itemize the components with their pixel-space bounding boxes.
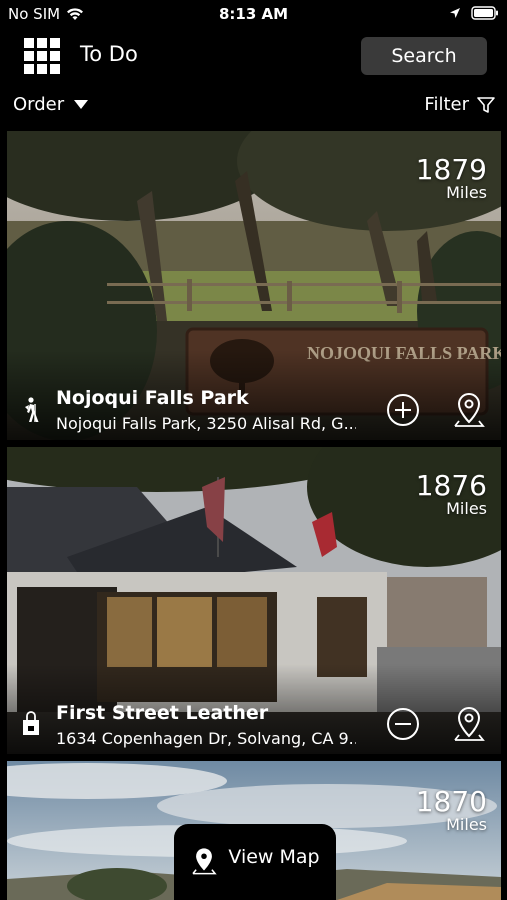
apps-grid-icon[interactable] [24, 38, 60, 74]
place-address: 1634 Copenhagen Dr, Solvang, CA 9... [56, 729, 356, 748]
funnel-icon [477, 96, 495, 113]
status-bar: No SIM 8:13 AM [0, 0, 507, 28]
search-button[interactable]: Search [361, 37, 487, 75]
distance-badge: 1879 Miles [416, 155, 487, 201]
sort-filter-bar: Order Filter [0, 86, 507, 126]
caret-down-icon [74, 99, 89, 109]
battery-icon [471, 6, 498, 20]
distance-unit: Miles [446, 815, 487, 834]
distance-value: 1876 [415, 469, 487, 502]
place-card-nojoqui[interactable]: NOJOQUI FALLS PARK 1879 Miles Nojoqui Fa… [7, 131, 501, 440]
order-label: Order [13, 94, 65, 115]
status-time: 8:13 AM [218, 5, 289, 23]
place-name: Nojoqui Falls Park [56, 387, 249, 409]
add-icon[interactable] [386, 393, 420, 427]
distance-value: 1870 [415, 785, 487, 818]
filter-button[interactable]: Filter [424, 94, 495, 115]
distance-badge: 1870 Miles [416, 787, 487, 833]
page-title: To Do [80, 42, 138, 66]
location-arrow-icon [450, 8, 460, 18]
map-pin-icon[interactable] [452, 391, 486, 429]
map-pin-icon [192, 848, 218, 875]
distance-unit: Miles [446, 499, 487, 518]
map-pin-icon[interactable] [452, 705, 486, 743]
distance-value: 1879 [415, 153, 487, 186]
place-name: First Street Leather [56, 702, 269, 724]
status-right-group [449, 6, 499, 20]
distance-unit: Miles [446, 183, 487, 202]
view-map-button[interactable]: View Map [174, 824, 336, 900]
order-dropdown[interactable]: Order [13, 94, 89, 115]
hiker-icon [25, 397, 39, 422]
distance-badge: 1876 Miles [416, 471, 487, 517]
app-header: To Do Search [0, 28, 507, 86]
remove-icon[interactable] [386, 707, 420, 741]
shopping-bag-icon [23, 711, 39, 735]
view-map-label: View Map [228, 846, 320, 868]
place-address: Nojoqui Falls Park, 3250 Alisal Rd, G... [56, 414, 356, 433]
place-card-first-street-leather[interactable]: 1876 Miles First Street Leather 1634 Cop… [7, 447, 501, 754]
filter-label: Filter [424, 94, 469, 115]
